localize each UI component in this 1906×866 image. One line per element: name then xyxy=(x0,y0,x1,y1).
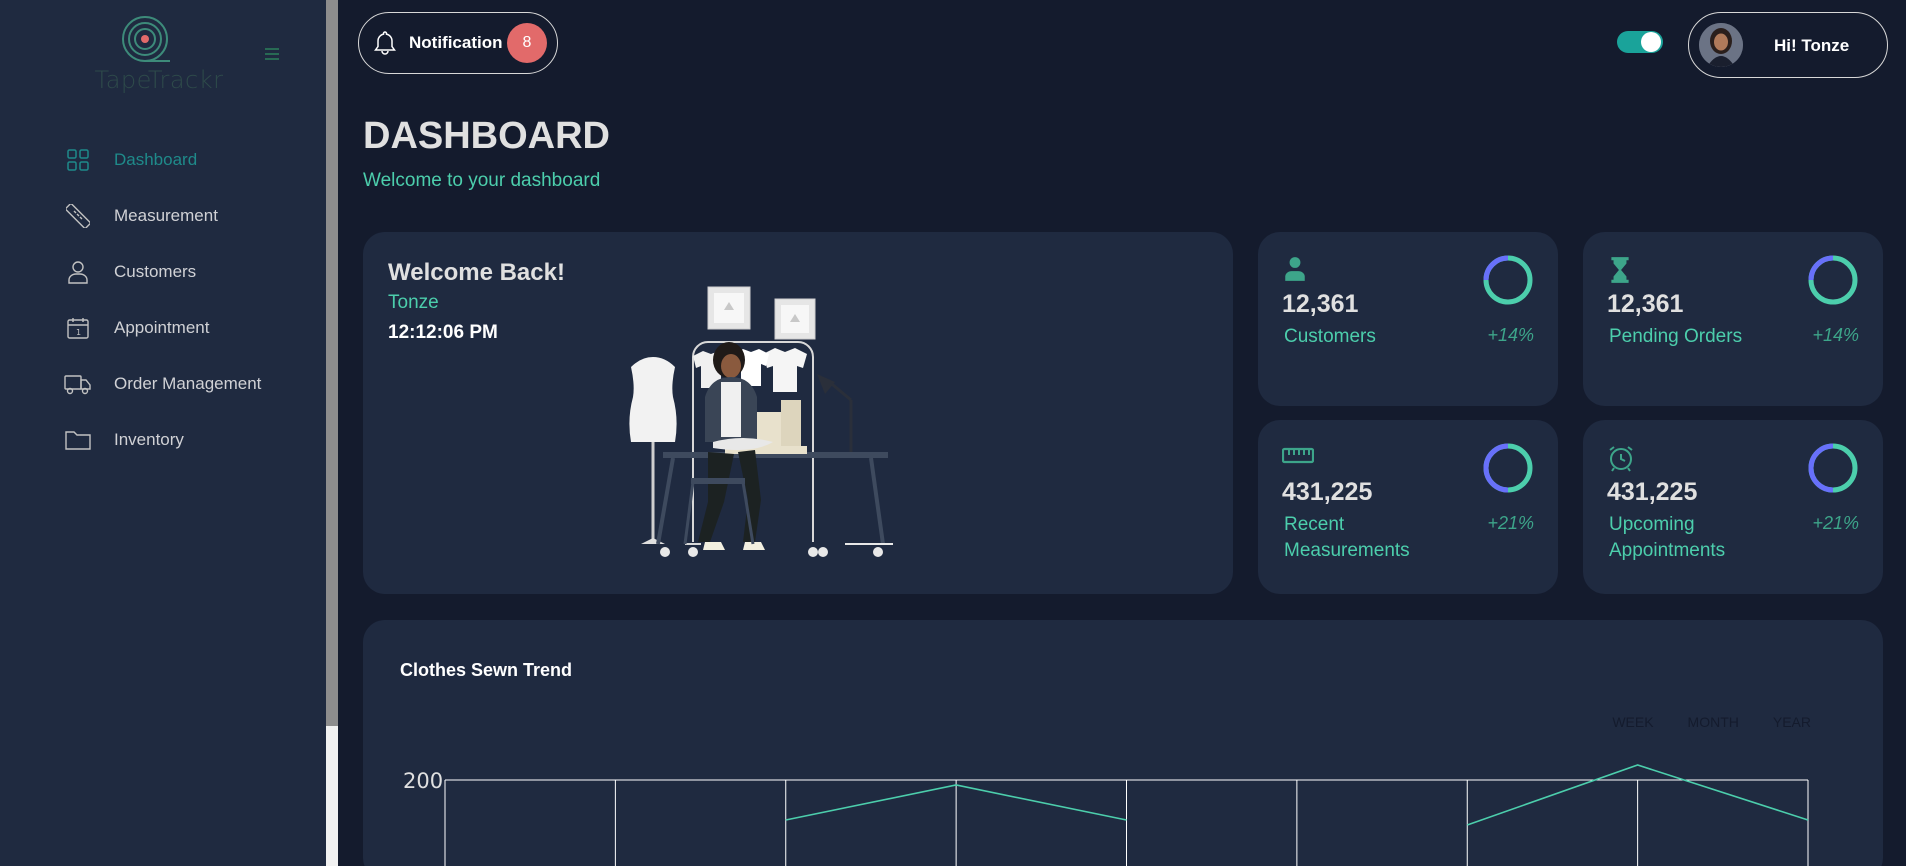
truck-icon xyxy=(64,370,92,398)
clothes-sewn-chart-card: Clothes Sewn Trend WEEK MONTH YEAR 200 xyxy=(363,620,1883,866)
sidebar-item-label: Measurement xyxy=(114,206,218,225)
avatar xyxy=(1699,23,1743,67)
folder-icon xyxy=(64,426,92,454)
stat-value: 12,361 xyxy=(1282,290,1359,318)
sidebar-item-customers[interactable]: Customers xyxy=(64,252,196,292)
ruler-icon xyxy=(64,202,92,230)
alarm-icon xyxy=(1607,444,1635,477)
tailor-illustration xyxy=(613,282,895,577)
scrollbar-thumb[interactable] xyxy=(326,0,338,726)
stat-label: Customers xyxy=(1284,326,1376,347)
grid-icon xyxy=(64,146,92,174)
current-time: 12:12:06 PM xyxy=(388,322,498,343)
stat-label: Recent Measurements xyxy=(1284,514,1410,561)
stat-change: +21% xyxy=(1487,513,1534,533)
stat-change: +21% xyxy=(1812,513,1859,533)
sidebar-item-inventory[interactable]: Inventory xyxy=(64,420,184,460)
trend-chart: 200 xyxy=(403,764,1809,866)
welcome-card: Welcome Back! Tonze 12:12:06 PM xyxy=(363,232,1233,594)
progress-ring xyxy=(1483,255,1533,305)
ruler-icon xyxy=(1281,444,1315,471)
sidebar-item-dashboard[interactable]: Dashboard xyxy=(64,140,197,180)
stat-value: 431,225 xyxy=(1607,478,1698,506)
progress-ring xyxy=(1808,255,1858,305)
svg-text:1: 1 xyxy=(76,328,81,337)
sidebar-scrollbar[interactable] xyxy=(326,0,338,866)
sidebar-item-label: Customers xyxy=(114,262,197,281)
welcome-title: Welcome Back! xyxy=(388,259,565,286)
theme-toggle[interactable] xyxy=(1617,31,1663,53)
progress-ring xyxy=(1808,443,1858,493)
toggle-knob xyxy=(1641,32,1661,52)
sidebar: TapeTrackr Dashboard Measurement Custome… xyxy=(0,0,326,866)
hamburger-icon xyxy=(265,48,279,60)
sidebar-item-label: Order Management xyxy=(114,374,262,393)
bell-icon xyxy=(373,30,397,61)
page-title: DASHBOARD xyxy=(363,115,610,157)
welcome-user-name: Tonze xyxy=(388,292,439,313)
notification-button[interactable]: Notification 8 xyxy=(358,12,558,74)
stat-label: Upcoming Appointments xyxy=(1609,514,1726,561)
progress-ring xyxy=(1483,443,1533,493)
logo[interactable]: TapeTrackr xyxy=(94,14,224,94)
menu-toggle-button[interactable] xyxy=(262,44,282,64)
user-profile-button[interactable]: Hi! Tonze xyxy=(1688,12,1888,78)
y-tick-label: 200 xyxy=(403,769,443,793)
person-icon xyxy=(1282,256,1308,287)
sidebar-item-order-management[interactable]: Order Management xyxy=(64,364,261,404)
sidebar-item-measurement[interactable]: Measurement xyxy=(64,196,218,236)
notification-label: Notification xyxy=(409,33,503,52)
logo-text: TapeTrackr xyxy=(94,66,224,94)
sidebar-item-appointment[interactable]: 1 Appointment xyxy=(64,308,209,348)
stat-value: 431,225 xyxy=(1282,478,1373,506)
tape-logo-icon xyxy=(122,16,170,62)
stat-change: +14% xyxy=(1487,325,1534,345)
hourglass-icon xyxy=(1607,256,1633,289)
person-icon xyxy=(64,258,92,286)
sidebar-item-label: Appointment xyxy=(114,318,210,337)
stat-card-pending-orders: 12,361 Pending Orders +14% xyxy=(1583,232,1883,406)
stat-value: 12,361 xyxy=(1607,290,1684,318)
sidebar-item-label: Dashboard xyxy=(114,150,198,169)
user-greeting: Hi! Tonze xyxy=(1774,36,1850,55)
stat-label: Pending Orders xyxy=(1609,326,1743,347)
sidebar-item-label: Inventory xyxy=(114,430,184,449)
notification-count-badge: 8 xyxy=(507,23,547,63)
stat-card-customers: 12,361 Customers +14% xyxy=(1258,232,1558,406)
stat-card-recent-measurements: 431,225 Recent Measurements +21% xyxy=(1258,420,1558,594)
stat-card-upcoming-appointments: 431,225 Upcoming Appointments +21% xyxy=(1583,420,1883,594)
calendar-icon: 1 xyxy=(64,314,92,342)
stat-change: +14% xyxy=(1812,325,1859,345)
page-subtitle: Welcome to your dashboard xyxy=(363,170,601,191)
